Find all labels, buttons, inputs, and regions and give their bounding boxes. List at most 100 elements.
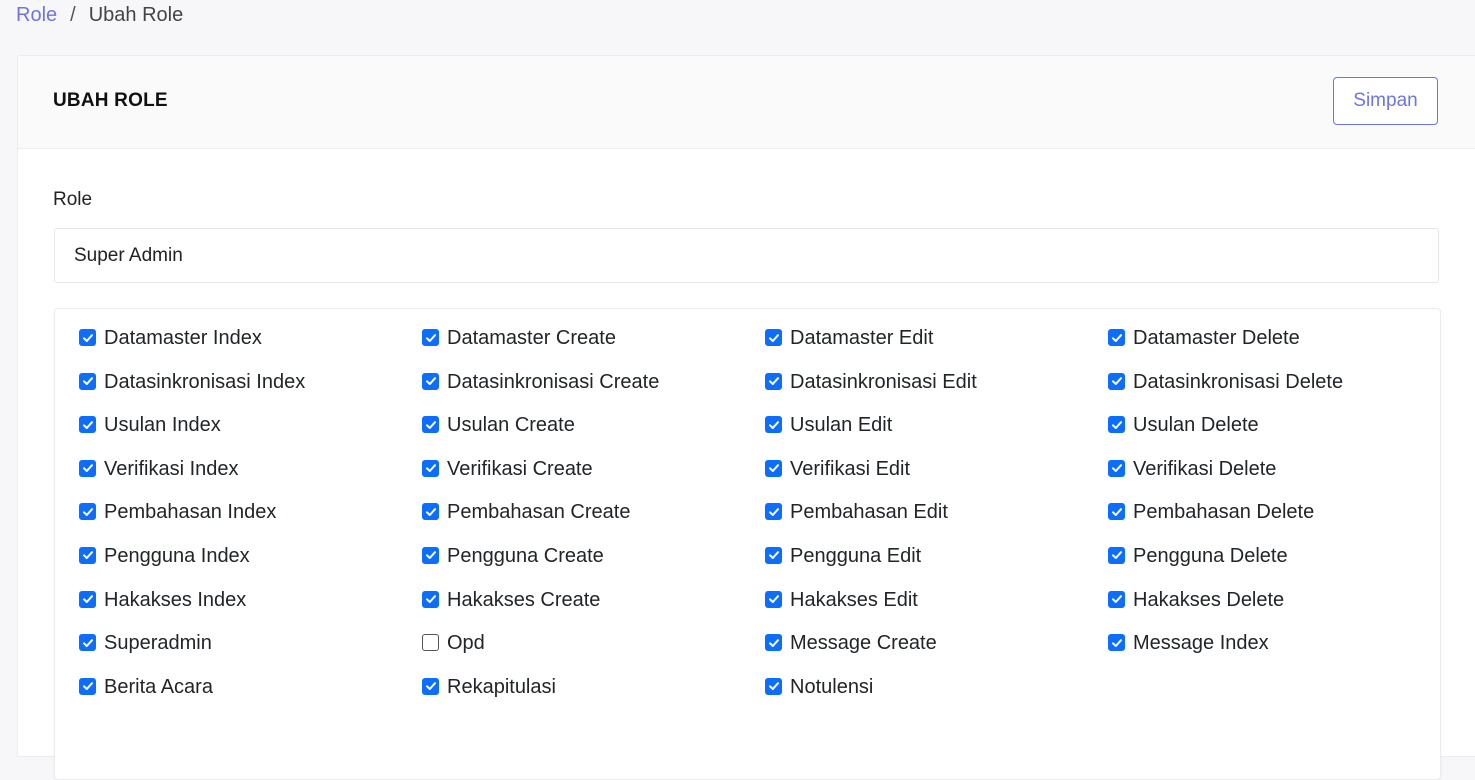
check-icon xyxy=(82,377,93,386)
check-icon xyxy=(1111,508,1122,516)
permission-item-verifikasi-edit[interactable]: Verifikasi Edit xyxy=(765,457,1108,501)
check-icon xyxy=(768,464,779,473)
permission-label: Rekapitulasi xyxy=(447,675,556,698)
permission-label: Datasinkronisasi Delete xyxy=(1133,370,1344,393)
check-icon xyxy=(82,682,93,691)
permission-checkbox-datamaster-edit[interactable] xyxy=(765,329,782,346)
permission-label: Usulan Edit xyxy=(790,414,893,437)
permission-item-usulan-edit[interactable]: Usulan Edit xyxy=(765,413,1108,457)
check-icon xyxy=(425,551,436,560)
permission-checkbox-pengguna-create[interactable] xyxy=(422,546,439,564)
permission-checkbox-opd[interactable] xyxy=(422,634,439,652)
permission-item-usulan-create[interactable]: Usulan Create xyxy=(422,413,765,457)
permission-item-usulan-index[interactable]: Usulan Index xyxy=(79,413,422,457)
permission-item-pengguna-create[interactable]: Pengguna Create xyxy=(422,544,765,588)
permission-label: Datasinkronisasi Index xyxy=(104,370,306,393)
permission-item-pengguna-edit[interactable]: Pengguna Edit xyxy=(765,544,1108,588)
permission-checkbox-datamaster-index[interactable] xyxy=(79,329,96,346)
permission-label: Berita Acara xyxy=(104,675,213,698)
permission-checkbox-pembahasan-edit[interactable] xyxy=(765,503,782,521)
permission-item-hakakses-index[interactable]: Hakakses Index xyxy=(79,588,422,632)
permission-item-datasinkronisasi-create[interactable]: Datasinkronisasi Create xyxy=(422,370,765,414)
permission-item-pengguna-index[interactable]: Pengguna Index xyxy=(79,544,422,588)
permission-item-datamaster-index[interactable]: Datamaster Index xyxy=(79,326,422,370)
permission-item-datamaster-delete[interactable]: Datamaster Delete xyxy=(1108,326,1428,370)
permission-item-message-index[interactable]: Message Index xyxy=(1108,631,1428,675)
permission-checkbox-verifikasi-create[interactable] xyxy=(422,459,439,477)
permission-label: Opd xyxy=(447,632,485,655)
permission-checkbox-usulan-delete[interactable] xyxy=(1108,416,1125,434)
permission-item-notulensi[interactable]: Notulensi xyxy=(765,675,1108,719)
permission-checkbox-datasinkronisasi-edit[interactable] xyxy=(765,372,782,390)
permission-label: Verifikasi Create xyxy=(447,457,593,480)
permission-label: Verifikasi Delete xyxy=(1133,457,1277,480)
permission-item-pembahasan-create[interactable]: Pembahasan Create xyxy=(422,500,765,544)
permission-checkbox-berita-acara[interactable] xyxy=(79,677,96,695)
permission-label: Pembahasan Index xyxy=(104,501,277,524)
permission-checkbox-rekapitulasi[interactable] xyxy=(422,677,439,695)
permission-item-opd[interactable]: Opd xyxy=(422,631,765,675)
permission-label: Usulan Create xyxy=(447,414,575,437)
permission-label: Datamaster Index xyxy=(104,327,262,349)
permission-item-pembahasan-delete[interactable]: Pembahasan Delete xyxy=(1108,500,1428,544)
permission-checkbox-pengguna-delete[interactable] xyxy=(1108,546,1125,564)
permission-item-datasinkronisasi-delete[interactable]: Datasinkronisasi Delete xyxy=(1108,370,1428,414)
permission-item-hakakses-edit[interactable]: Hakakses Edit xyxy=(765,588,1108,632)
permission-item-berita-acara[interactable]: Berita Acara xyxy=(79,675,422,719)
permission-item-datasinkronisasi-index[interactable]: Datasinkronisasi Index xyxy=(79,370,422,414)
permission-item-pembahasan-index[interactable]: Pembahasan Index xyxy=(79,500,422,544)
permission-checkbox-usulan-create[interactable] xyxy=(422,416,439,434)
permission-label: Datamaster Edit xyxy=(790,327,934,349)
role-input[interactable] xyxy=(54,228,1439,283)
permissions-panel: Datamaster Index Datamaster Create Datamas… xyxy=(54,308,1441,780)
permission-checkbox-hakakses-index[interactable] xyxy=(79,590,96,608)
permission-label: Datasinkronisasi Edit xyxy=(790,370,977,393)
permission-label: Verifikasi Index xyxy=(104,457,239,480)
check-icon xyxy=(768,638,779,647)
permission-checkbox-pengguna-index[interactable] xyxy=(79,546,96,564)
permission-item-hakakses-delete[interactable]: Hakakses Delete xyxy=(1108,588,1428,632)
permission-item-rekapitulasi[interactable]: Rekapitulasi xyxy=(422,675,765,719)
permission-checkbox-pengguna-edit[interactable] xyxy=(765,546,782,564)
permission-checkbox-pembahasan-delete[interactable] xyxy=(1108,503,1125,521)
permission-checkbox-usulan-index[interactable] xyxy=(79,416,96,434)
permission-checkbox-hakakses-delete[interactable] xyxy=(1108,590,1125,608)
permission-checkbox-datasinkronisasi-create[interactable] xyxy=(422,372,439,390)
permission-item-verifikasi-index[interactable]: Verifikasi Index xyxy=(79,457,422,501)
permission-checkbox-notulensi[interactable] xyxy=(765,677,782,695)
permission-item-pengguna-delete[interactable]: Pengguna Delete xyxy=(1108,544,1428,588)
permission-item-usulan-delete[interactable]: Usulan Delete xyxy=(1108,413,1428,457)
permission-checkbox-hakakses-edit[interactable] xyxy=(765,590,782,608)
permission-item-superadmin[interactable]: Superadmin xyxy=(79,631,422,675)
permission-label: Hakakses Create xyxy=(447,588,601,611)
breadcrumb: Role / Ubah Role xyxy=(16,2,183,28)
permission-checkbox-datasinkronisasi-index[interactable] xyxy=(79,372,96,390)
permission-item-datamaster-edit[interactable]: Datamaster Edit xyxy=(765,326,1108,370)
save-button[interactable]: Simpan xyxy=(1333,77,1438,125)
permission-item-datasinkronisasi-edit[interactable]: Datasinkronisasi Edit xyxy=(765,370,1108,414)
breadcrumb-link-role[interactable]: Role xyxy=(16,4,57,27)
permission-checkbox-pembahasan-create[interactable] xyxy=(422,503,439,521)
permission-item-message-create[interactable]: Message Create xyxy=(765,631,1108,675)
permission-checkbox-datasinkronisasi-delete[interactable] xyxy=(1108,372,1125,390)
permission-checkbox-superadmin[interactable] xyxy=(79,634,96,652)
permission-item-pembahasan-edit[interactable]: Pembahasan Edit xyxy=(765,500,1108,544)
permission-checkbox-hakakses-create[interactable] xyxy=(422,590,439,608)
permission-item-verifikasi-delete[interactable]: Verifikasi Delete xyxy=(1108,457,1428,501)
permission-checkbox-datamaster-create[interactable] xyxy=(422,329,439,346)
permission-checkbox-verifikasi-edit[interactable] xyxy=(765,459,782,477)
permission-checkbox-message-index[interactable] xyxy=(1108,634,1125,652)
permission-checkbox-pembahasan-index[interactable] xyxy=(79,503,96,521)
permission-checkbox-message-create[interactable] xyxy=(765,634,782,652)
permission-item-hakakses-create[interactable]: Hakakses Create xyxy=(422,588,765,632)
permission-checkbox-usulan-edit[interactable] xyxy=(765,416,782,434)
permission-checkbox-verifikasi-index[interactable] xyxy=(79,459,96,477)
check-icon xyxy=(425,682,436,691)
permission-item-verifikasi-create[interactable]: Verifikasi Create xyxy=(422,457,765,501)
permission-checkbox-datamaster-delete[interactable] xyxy=(1108,329,1125,346)
role-label: Role xyxy=(53,189,93,210)
check-icon xyxy=(1111,464,1122,473)
permission-item-datamaster-create[interactable]: Datamaster Create xyxy=(422,326,765,370)
permission-checkbox-verifikasi-delete[interactable] xyxy=(1108,459,1125,477)
permission-label: Hakakses Edit xyxy=(790,588,918,611)
